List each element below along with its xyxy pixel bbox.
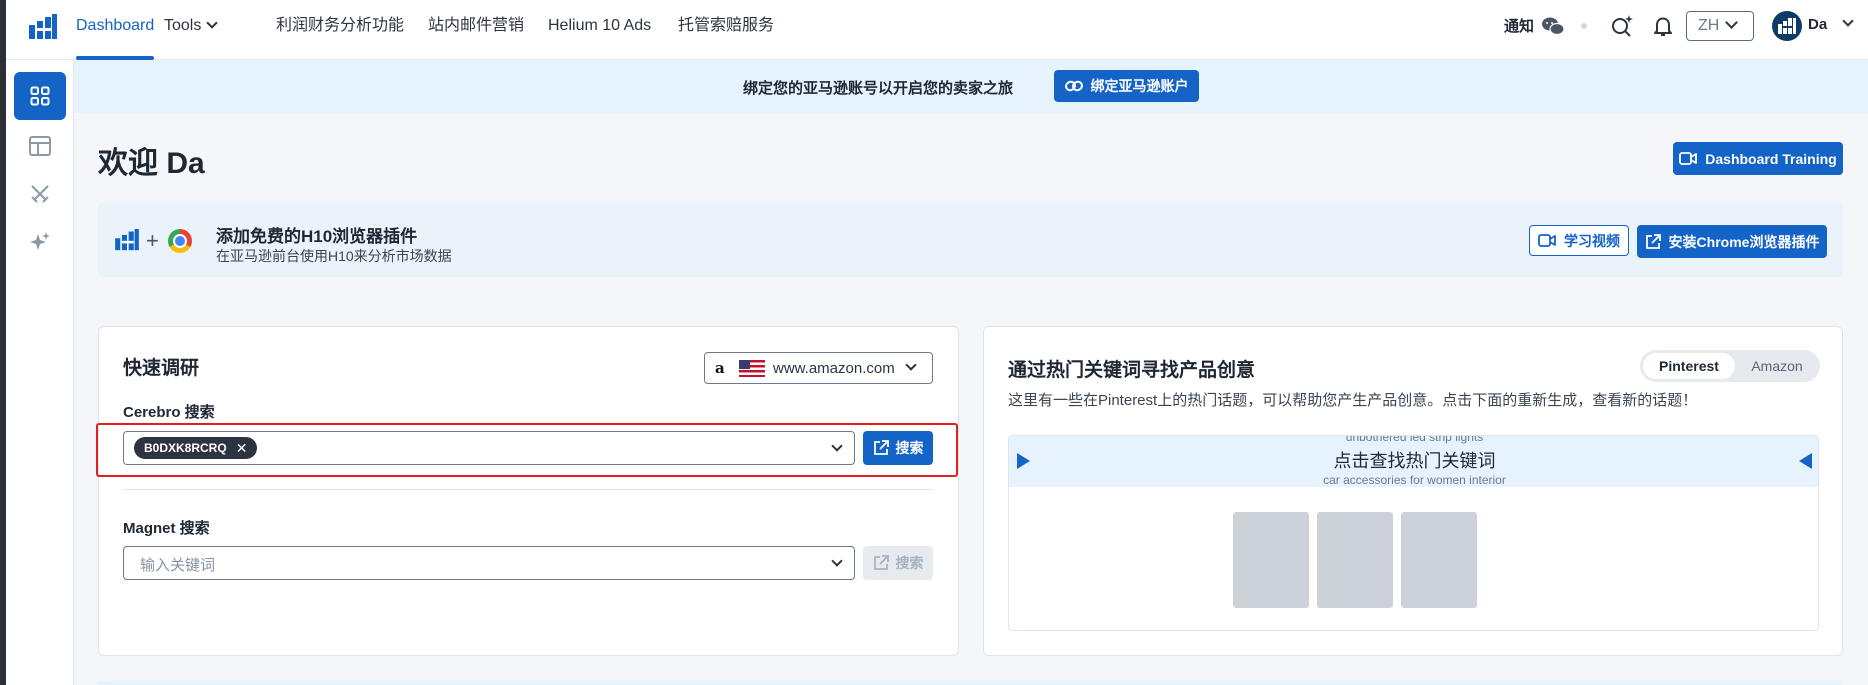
link-amazon-account-button[interactable]: 绑定亚马逊账户 xyxy=(1054,70,1199,102)
top-navigation: Dashboard Tools 利润财务分析功能 站内邮件营销 Helium 1… xyxy=(6,0,1868,60)
link-icon xyxy=(1064,80,1083,92)
language-select[interactable]: ZH xyxy=(1686,11,1754,41)
banner-text: 绑定您的亚马逊账号以开启您的卖家之旅 xyxy=(743,80,1014,97)
sparkles-icon xyxy=(30,232,50,250)
bell-icon[interactable] xyxy=(1650,13,1676,39)
keyword-carousel: unbothered led strip lights 点击查找热门关键词 ca… xyxy=(1008,435,1819,631)
sidebar-item-ai[interactable] xyxy=(14,218,66,266)
find-keyword-link[interactable]: 点击查找热门关键词 xyxy=(1009,447,1818,473)
play-left-icon[interactable] xyxy=(1799,453,1812,469)
nav-helium10-ads[interactable]: Helium 10 Ads xyxy=(548,0,651,60)
external-link-icon xyxy=(1645,233,1661,249)
sidebar xyxy=(6,60,74,685)
magnet-label: Magnet 搜索 xyxy=(123,520,210,537)
next-keyword: car accessories for women interior xyxy=(1323,473,1506,487)
link-account-banner: 绑定您的亚马逊账号以开启您的卖家之旅 绑定亚马逊账户 xyxy=(74,60,1868,113)
chevron-down-icon xyxy=(1725,16,1739,29)
marketplace-select[interactable]: a www.amazon.com xyxy=(704,352,933,384)
sidebar-item-dashboard[interactable] xyxy=(14,72,66,120)
chrome-icon xyxy=(168,229,192,253)
avatar[interactable] xyxy=(1772,11,1802,41)
play-right-icon[interactable] xyxy=(1017,453,1030,469)
notify-label[interactable]: 通知 xyxy=(1504,15,1534,36)
chevron-down-icon[interactable] xyxy=(1842,15,1854,27)
marketplace-value: www.amazon.com xyxy=(773,359,895,377)
helium10-logo-icon[interactable] xyxy=(28,14,58,40)
swords-icon xyxy=(31,185,49,203)
magnet-search-button[interactable]: 搜索 xyxy=(863,546,933,580)
page-title: 欢迎 Da xyxy=(98,147,205,180)
video-icon xyxy=(1679,152,1698,165)
dashboard-training-button[interactable]: Dashboard Training xyxy=(1673,142,1843,175)
quick-research-card: 快速调研 a www.amazon.com Cerebro 搜索 B0DXK8R… xyxy=(98,326,959,656)
nav-email-marketing[interactable]: 站内邮件营销 xyxy=(428,0,524,60)
nav-tools[interactable]: Tools xyxy=(164,0,219,60)
toggle-pinterest[interactable]: Pinterest xyxy=(1643,353,1735,379)
nav-claims-service[interactable]: 托管索赔服务 xyxy=(678,0,774,60)
install-chrome-extension-button[interactable]: 安装Chrome浏览器插件 xyxy=(1637,225,1827,258)
cerebro-highlight-box xyxy=(96,423,958,477)
extension-promo-card: + 添加免费的H10浏览器插件 在亚马逊前台使用H10来分析市场数据 学习视频 … xyxy=(98,202,1843,277)
extension-subtitle: 在亚马逊前台使用H10来分析市场数据 xyxy=(216,248,452,264)
chevron-down-icon xyxy=(905,359,917,371)
sidebar-item-layout[interactable] xyxy=(14,122,66,170)
prev-keyword: unbothered led strip lights xyxy=(1345,435,1484,444)
extension-title: 添加免费的H10浏览器插件 xyxy=(216,227,418,246)
chevron-down-icon xyxy=(206,17,219,29)
nav-profit-analytics[interactable]: 利润财务分析功能 xyxy=(276,0,404,60)
learn-video-button[interactable]: 学习视频 xyxy=(1529,225,1629,256)
layout-icon xyxy=(29,136,51,156)
keyword-header: unbothered led strip lights 点击查找热门关键词 ca… xyxy=(1009,435,1818,487)
trending-keywords-card: 通过热门关键词寻找产品创意 Pinterest Amazon 这里有一些在Pin… xyxy=(983,326,1843,656)
grid-icon xyxy=(30,86,50,106)
wechat-icon[interactable] xyxy=(1540,13,1566,39)
trending-description: 这里有一些在Pinterest上的热门话题，可以帮助您产生产品创意。点击下面的重… xyxy=(1008,392,1698,409)
magnet-placeholder: 输入关键词 xyxy=(140,557,216,574)
source-toggle: Pinterest Amazon xyxy=(1640,350,1820,382)
magnet-search-input[interactable]: 输入关键词 xyxy=(123,546,855,580)
image-placeholder xyxy=(1401,512,1477,608)
ai-search-icon[interactable] xyxy=(1609,13,1635,39)
user-name[interactable]: Da xyxy=(1808,16,1827,33)
nav-dashboard[interactable]: Dashboard xyxy=(76,0,155,60)
image-placeholder xyxy=(1317,512,1393,608)
helium10-logo-icon xyxy=(115,229,139,251)
video-icon xyxy=(1538,234,1556,247)
sidebar-item-tools[interactable] xyxy=(14,170,66,218)
plus-sign: + xyxy=(146,228,159,253)
trending-title: 通过热门关键词寻找产品创意 xyxy=(1008,360,1256,381)
toggle-amazon[interactable]: Amazon xyxy=(1737,353,1817,379)
chevron-down-icon[interactable] xyxy=(831,555,843,567)
external-link-icon xyxy=(873,555,889,570)
us-flag-icon xyxy=(739,359,765,377)
cerebro-label: Cerebro 搜索 xyxy=(123,404,215,421)
image-placeholder xyxy=(1233,512,1309,608)
amazon-icon: a xyxy=(715,359,725,377)
divider xyxy=(123,489,933,490)
separator-dot-icon xyxy=(1580,13,1588,39)
next-section-edge xyxy=(98,681,1843,685)
quick-research-title: 快速调研 xyxy=(123,358,200,379)
